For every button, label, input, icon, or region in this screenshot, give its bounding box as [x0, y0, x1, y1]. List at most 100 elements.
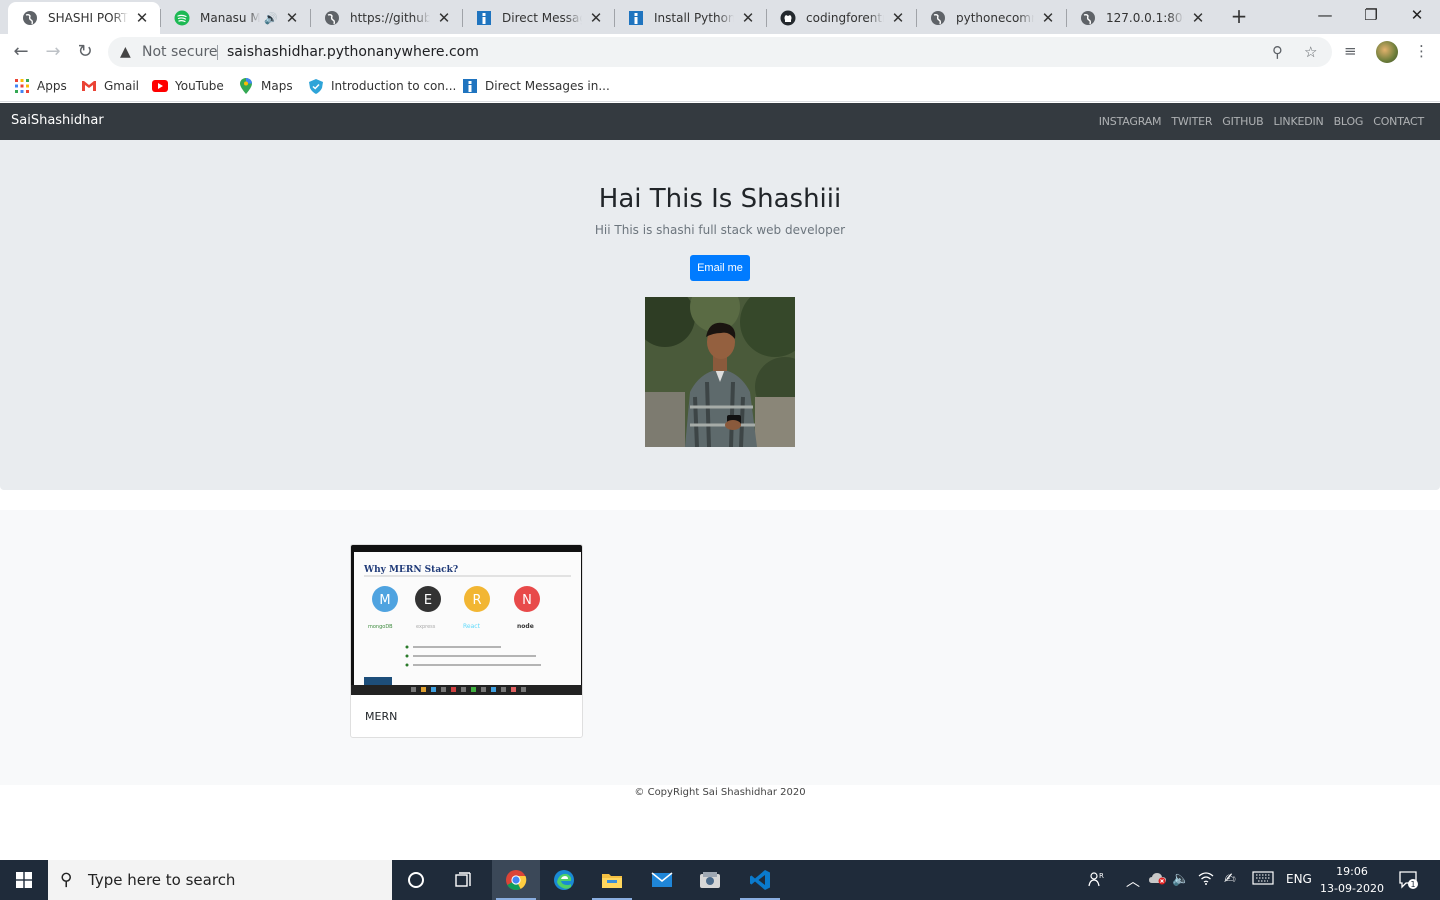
letter-e: E: [424, 593, 432, 608]
mail-taskbar-icon[interactable]: [638, 860, 686, 900]
media-control-icon[interactable]: ≡: [1344, 42, 1357, 60]
people-icon[interactable]: R: [1088, 871, 1106, 891]
tab-localhost[interactable]: 127.0.0.1:8000 ✕: [1066, 2, 1216, 34]
nav-link-linkedin[interactable]: LINKEDIN: [1273, 115, 1323, 128]
site-brand[interactable]: SaiShashidhar: [11, 113, 104, 128]
close-tab-icon[interactable]: ✕: [1040, 10, 1056, 26]
keyboard-icon[interactable]: [1252, 871, 1274, 889]
taskbar-search-box[interactable]: ⚲ Type here to search: [48, 860, 392, 900]
nav-link-github[interactable]: GITHUB: [1222, 115, 1263, 128]
wifi-icon[interactable]: [1198, 871, 1214, 889]
tab-github-readme[interactable]: https://github-readme ✕: [310, 2, 462, 34]
security-label[interactable]: Not secure: [142, 44, 218, 60]
close-tab-icon[interactable]: ✕: [1190, 10, 1206, 26]
coursera-icon: [628, 10, 644, 26]
url-text[interactable]: saishashidhar.pythonanywhere.com: [227, 44, 479, 60]
letter-n: N: [522, 593, 532, 608]
close-tab-icon[interactable]: ✕: [588, 10, 604, 26]
warning-icon[interactable]: ▲: [120, 44, 131, 60]
close-tab-icon[interactable]: ✕: [436, 10, 452, 26]
globe-icon: [22, 10, 38, 26]
bookmark-introduction[interactable]: Introduction to con...: [308, 76, 456, 96]
gmail-icon: [81, 78, 97, 94]
bookmark-direct-messages[interactable]: Direct Messages in...: [462, 76, 610, 96]
search-placeholder: Type here to search: [88, 871, 236, 889]
address-bar[interactable]: ▲ Not secure saishashidhar.pythonanywher…: [108, 37, 1332, 67]
back-button[interactable]: ←: [9, 40, 33, 64]
bookmark-label: YouTube: [175, 79, 224, 93]
project-thumbnail[interactable]: Why MERN Stack? M E R N mongoDB express …: [351, 545, 582, 695]
show-hidden-icons-chevron-icon[interactable]: ︿: [1126, 871, 1140, 891]
browser-toolbar: ← → ↻ ▲ Not secure saishashidhar.pythona…: [0, 34, 1440, 70]
github-icon: [780, 10, 796, 26]
apps-grid-icon: [14, 78, 30, 94]
onedrive-offline-icon[interactable]: [1148, 871, 1168, 889]
globe-icon: [930, 10, 946, 26]
tab-title: pythonecommerce: [956, 11, 1034, 25]
tab-shashi-portfolio[interactable]: SHASHI PORTFOLIO ✕: [8, 2, 160, 34]
email-me-button[interactable]: Email me: [690, 255, 750, 281]
nav-link-instagram[interactable]: INSTAGRAM: [1099, 115, 1162, 128]
nav-link-contact[interactable]: CONTACT: [1373, 115, 1424, 128]
edge-taskbar-icon[interactable]: [540, 860, 588, 900]
file-explorer-taskbar-icon[interactable]: [588, 860, 636, 900]
cortana-icon[interactable]: [392, 860, 440, 900]
bookmark-maps[interactable]: Maps: [238, 76, 293, 96]
coursera-icon: [476, 10, 492, 26]
tab-pythonecommerce[interactable]: pythonecommerce ✕: [916, 2, 1066, 34]
speaker-icon[interactable]: 🔊: [264, 12, 278, 25]
new-tab-button[interactable]: +: [1228, 5, 1250, 27]
tab-title: codingforentrepreneurs: [806, 11, 884, 25]
reload-button[interactable]: ↻: [73, 40, 97, 64]
profile-photo: [645, 297, 795, 447]
task-view-icon[interactable]: [440, 860, 488, 900]
forward-button[interactable]: →: [41, 40, 65, 64]
mongodb-label: mongoDB: [368, 624, 393, 630]
tab-codingforentrepreneurs[interactable]: codingforentrepreneurs ✕: [766, 2, 916, 34]
globe-icon: [1080, 10, 1096, 26]
tab-strip: SHASHI PORTFOLIO ✕ Manasu Mata 🔊 ✕ https…: [0, 0, 1440, 34]
zoom-icon[interactable]: ⚲: [1272, 43, 1283, 61]
close-tab-icon[interactable]: ✕: [890, 10, 906, 26]
profile-avatar[interactable]: [1376, 41, 1398, 63]
hero-section: Hai This Is Shashiii Hii This is shashi …: [0, 140, 1440, 490]
menu-dots-icon[interactable]: ⋮: [1414, 42, 1429, 60]
close-tab-icon[interactable]: ✕: [134, 10, 150, 26]
bookmark-youtube[interactable]: YouTube: [152, 76, 224, 96]
snipping-tool-taskbar-icon[interactable]: [686, 860, 734, 900]
volume-icon[interactable]: 🔈: [1172, 871, 1189, 887]
tab-manasu-mata[interactable]: Manasu Mata 🔊 ✕: [160, 2, 310, 34]
nav-link-blog[interactable]: BLOG: [1334, 115, 1364, 128]
react-label: React: [463, 623, 481, 630]
close-tab-icon[interactable]: ✕: [740, 10, 756, 26]
project-card[interactable]: Why MERN Stack? M E R N mongoDB express …: [350, 544, 583, 738]
letter-m: M: [379, 593, 390, 608]
tab-title: Direct Messages: [502, 11, 582, 25]
nav-links: INSTAGRAM TWITER GITHUB LINKEDIN BLOG CO…: [1099, 115, 1424, 128]
language-indicator[interactable]: ENG: [1286, 872, 1312, 886]
close-tab-icon[interactable]: ✕: [284, 10, 300, 26]
tab-direct-messages[interactable]: Direct Messages ✕: [462, 2, 614, 34]
bookmark-label: Gmail: [104, 79, 140, 93]
minimize-button[interactable]: —: [1302, 0, 1348, 32]
search-icon: ⚲: [60, 870, 73, 890]
restore-button[interactable]: ❐: [1348, 0, 1394, 32]
bookmark-gmail[interactable]: Gmail: [81, 76, 139, 96]
pen-icon[interactable]: ✍: [1224, 871, 1236, 887]
tab-install-python[interactable]: Install Python 3.8 ✕: [614, 2, 766, 34]
nav-link-twitter[interactable]: TWITER: [1171, 115, 1212, 128]
hero-subtitle: Hii This is shashi full stack web develo…: [594, 223, 846, 237]
youtube-icon: [152, 78, 168, 94]
system-clock[interactable]: 19:06 13-09-2020: [1318, 863, 1386, 897]
start-button[interactable]: [0, 860, 48, 900]
windows-taskbar: ⚲ Type here to search R ︿ 🔈 ✍ ENG 19:06 …: [0, 860, 1440, 900]
project-title: MERN: [365, 710, 398, 723]
vscode-taskbar-icon[interactable]: [736, 860, 784, 900]
coursera-icon: [462, 78, 478, 94]
bookmark-star-icon[interactable]: ☆: [1304, 43, 1317, 61]
close-window-button[interactable]: ✕: [1394, 0, 1440, 32]
action-center-icon[interactable]: 1: [1398, 870, 1420, 894]
bookmark-apps[interactable]: Apps: [14, 76, 67, 96]
chrome-taskbar-icon[interactable]: [492, 860, 540, 900]
clock-time: 19:06: [1336, 865, 1368, 878]
